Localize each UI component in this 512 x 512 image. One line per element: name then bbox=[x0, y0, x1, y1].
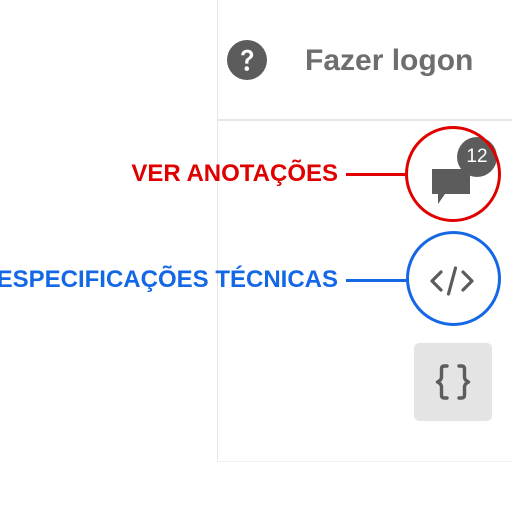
screenshot-stage: Fazer logon 12 VER ANOTAÇÕES ESPECIFICAÇ… bbox=[0, 0, 512, 512]
tech-specs-highlight-ring bbox=[406, 231, 501, 326]
tech-specs-callout-line bbox=[346, 279, 407, 282]
view-comments-callout-line bbox=[346, 173, 406, 176]
view-comments-highlight-ring bbox=[405, 126, 501, 222]
sign-in-link[interactable]: Fazer logon bbox=[305, 40, 473, 82]
curly-braces-icon bbox=[435, 364, 471, 400]
panel-header: Fazer logon bbox=[218, 0, 512, 121]
view-comments-callout-label: VER ANOTAÇÕES bbox=[131, 160, 338, 187]
tech-specs-callout-label: ESPECIFICAÇÕES TÉCNICAS bbox=[0, 266, 338, 293]
help-circle-icon[interactable] bbox=[227, 40, 267, 80]
css-braces-button[interactable] bbox=[414, 343, 492, 421]
